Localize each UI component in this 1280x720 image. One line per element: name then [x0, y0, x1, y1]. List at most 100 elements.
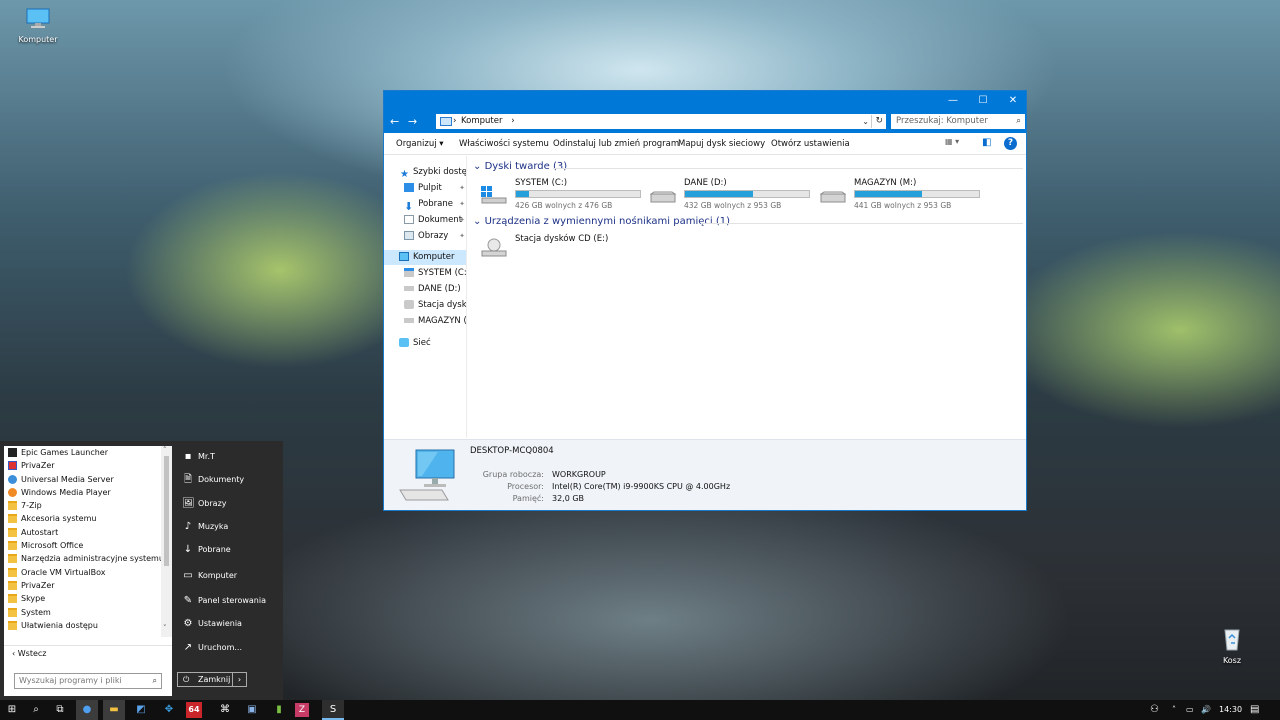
- start-search-input[interactable]: Wyszukaj programy i pliki ⌕: [14, 673, 162, 689]
- list-item[interactable]: PrivaZer: [4, 579, 161, 592]
- start-place-computer[interactable]: ▭ Komputer: [176, 565, 280, 587]
- list-item[interactable]: Ułatwienia dostępu: [4, 619, 161, 632]
- back-button[interactable]: ‹ Wstecz: [4, 645, 172, 661]
- chrome-button[interactable]: ●: [76, 700, 98, 720]
- skype-button[interactable]: S: [322, 700, 344, 720]
- pin-icon[interactable]: ✦: [459, 213, 465, 228]
- minimize-button[interactable]: —: [938, 91, 968, 111]
- app-button-1[interactable]: ◩: [130, 700, 152, 720]
- app-button-6[interactable]: ▮: [268, 700, 290, 720]
- app-button-3[interactable]: 64: [186, 702, 202, 718]
- nav-item-drive-d[interactable]: DANE (D:): [384, 282, 466, 297]
- list-item[interactable]: PrivaZer: [4, 459, 161, 472]
- list-item[interactable]: Universal Media Server: [4, 473, 161, 486]
- app-button-2[interactable]: ✥: [158, 700, 180, 720]
- nav-item-documents[interactable]: Dokument ✦: [384, 213, 466, 228]
- view-options-icon[interactable]: ▦ ▾: [945, 137, 959, 146]
- pin-icon[interactable]: ✦: [459, 197, 465, 212]
- refresh-icon[interactable]: ↻: [871, 115, 883, 128]
- pin-icon[interactable]: ✦: [459, 181, 465, 196]
- address-path[interactable]: Komputer: [461, 116, 502, 126]
- open-settings-button[interactable]: Otwórz ustawienia: [771, 139, 850, 149]
- search-icon[interactable]: ⌕: [1016, 114, 1021, 129]
- desktop-icon-label: Kosz: [1222, 656, 1242, 665]
- program-list-scrollbar[interactable]: ˄ ˅: [161, 446, 172, 637]
- search-button[interactable]: ⌕: [25, 700, 47, 720]
- list-item[interactable]: System: [4, 606, 161, 619]
- start-place-downloads[interactable]: ↓ Pobrane: [176, 539, 280, 561]
- drive-item-c[interactable]: SYSTEM (C:) 426 GB wolnych z 476 GB: [481, 178, 641, 214]
- close-button[interactable]: ✕: [998, 91, 1028, 111]
- desktop-icon-computer[interactable]: Komputer: [8, 8, 68, 44]
- pin-icon[interactable]: ✦: [459, 229, 465, 244]
- start-place-control-panel[interactable]: ✎ Panel sterowania: [176, 590, 280, 612]
- start-place-run[interactable]: ↗ Uruchom...: [176, 637, 280, 659]
- start-place-documents[interactable]: 🗎 Dokumenty: [176, 469, 280, 491]
- title-bar[interactable]: — ☐ ✕: [384, 91, 1026, 111]
- drive-item-d[interactable]: DANE (D:) 432 GB wolnych z 953 GB: [650, 178, 810, 214]
- clock[interactable]: 14:30: [1219, 700, 1242, 720]
- nav-item-quick-access[interactable]: ★ Szybki dostęp: [384, 165, 466, 180]
- download-icon: ↓: [183, 544, 193, 555]
- scroll-down-icon[interactable]: ˅: [163, 624, 167, 632]
- drive-name: DANE (D:): [684, 178, 727, 188]
- app-button-7[interactable]: Z: [295, 703, 309, 717]
- volume-icon[interactable]: 🔊: [1201, 700, 1211, 720]
- pictures-icon: 🖼: [182, 498, 195, 509]
- start-button[interactable]: ⊞: [1, 700, 23, 720]
- nav-item-drive-m[interactable]: MAGAZYN (M:: [384, 314, 466, 329]
- forward-button[interactable]: →: [408, 115, 417, 128]
- address-dropdown-icon[interactable]: ⌄: [862, 115, 869, 128]
- nav-item-desktop[interactable]: Pulpit ✦: [384, 181, 466, 196]
- uninstall-program-button[interactable]: Odinstaluj lub zmień program: [553, 139, 679, 149]
- nav-item-network[interactable]: Sieć: [384, 336, 466, 351]
- maximize-button[interactable]: ☐: [968, 91, 998, 111]
- list-item[interactable]: Narzędzia administracyjne systemu W...: [4, 552, 161, 565]
- search-icon[interactable]: ⌕: [153, 674, 157, 688]
- group-header-hard-drives[interactable]: ⌄ Dyski twarde (3): [473, 161, 567, 172]
- network-icon[interactable]: ▭: [1186, 700, 1194, 720]
- desktop-icon-recycle-bin[interactable]: Kosz: [1202, 625, 1262, 665]
- app-button-5[interactable]: ▣: [241, 700, 263, 720]
- task-view-button[interactable]: ⧉: [49, 700, 71, 720]
- list-item[interactable]: 7-Zip: [4, 499, 161, 512]
- system-properties-button[interactable]: Właściwości systemu: [459, 139, 549, 149]
- list-item[interactable]: Skype: [4, 592, 161, 605]
- scroll-up-icon[interactable]: ˄: [163, 446, 167, 454]
- scrollbar-thumb[interactable]: [164, 456, 169, 566]
- explorer-button[interactable]: ▬: [103, 700, 125, 720]
- address-bar[interactable]: › Komputer › ⌄ ↻: [436, 114, 886, 129]
- tray-chevron-icon[interactable]: ˄: [1172, 700, 1176, 720]
- privazer-icon: [8, 461, 17, 471]
- shutdown-button[interactable]: ⏻ Zamknij ›: [177, 672, 247, 687]
- list-item[interactable]: Windows Media Player: [4, 486, 161, 499]
- drive-item-cd[interactable]: Stacja dysków CD (E:): [481, 234, 641, 270]
- list-item[interactable]: Microsoft Office: [4, 539, 161, 552]
- group-header-removable[interactable]: ⌄ Urządzenia z wymiennymi nośnikami pami…: [473, 216, 730, 227]
- list-item[interactable]: Akcesoria systemu: [4, 512, 161, 525]
- preview-pane-icon[interactable]: ◧: [982, 137, 991, 148]
- app-button-4[interactable]: ⌘: [214, 700, 236, 720]
- help-icon[interactable]: ?: [1004, 137, 1017, 150]
- map-network-drive-button[interactable]: Mapuj dysk sieciowy: [678, 139, 765, 149]
- start-place-settings[interactable]: ⚙ Ustawienia: [176, 613, 280, 635]
- address-trailing-chevron[interactable]: ›: [511, 116, 514, 126]
- search-input[interactable]: Przeszukaj: Komputer ⌕: [891, 114, 1025, 129]
- nav-item-pictures[interactable]: Obrazy ✦: [384, 229, 466, 244]
- start-place-user[interactable]: ▪ Mr.T: [176, 446, 280, 468]
- nav-item-drive-c[interactable]: SYSTEM (C:): [384, 266, 466, 281]
- start-place-music[interactable]: ♪ Muzyka: [176, 516, 280, 538]
- organize-menu[interactable]: Organizuj ▾: [396, 139, 444, 149]
- notifications-icon[interactable]: ▤: [1250, 700, 1259, 720]
- back-button[interactable]: ←: [390, 115, 399, 128]
- drive-item-m[interactable]: MAGAZYN (M:) 441 GB wolnych z 953 GB: [820, 178, 980, 214]
- start-place-pictures[interactable]: 🖼 Obrazy: [176, 493, 280, 515]
- nav-item-downloads[interactable]: ⬇ Pobrane ✦: [384, 197, 466, 212]
- list-item[interactable]: Oracle VM VirtualBox: [4, 566, 161, 579]
- people-icon[interactable]: ⚇: [1150, 700, 1159, 720]
- shutdown-options-arrow[interactable]: ›: [232, 673, 246, 686]
- nav-item-computer[interactable]: Komputer: [384, 250, 466, 265]
- list-item[interactable]: Autostart: [4, 526, 161, 539]
- list-item[interactable]: Epic Games Launcher: [4, 446, 161, 459]
- nav-item-cd-drive[interactable]: Stacja dysków: [384, 298, 466, 313]
